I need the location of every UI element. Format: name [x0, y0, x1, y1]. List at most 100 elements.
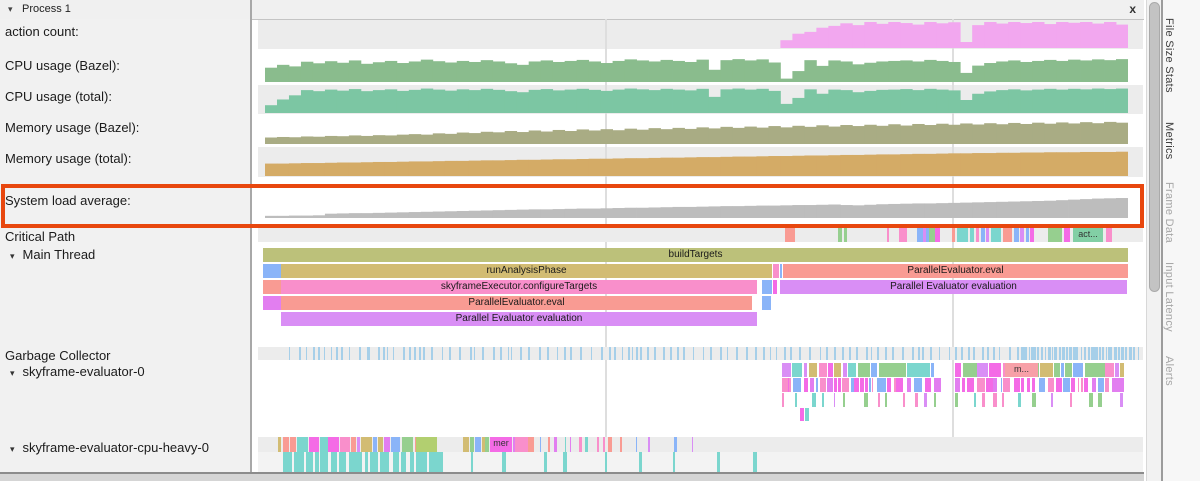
trace-slice — [1106, 347, 1107, 360]
tab-input-latency[interactable]: Input Latency — [1163, 262, 1200, 332]
trace-slice — [384, 437, 390, 452]
trace-slice — [528, 437, 534, 452]
trace-slice — [968, 347, 970, 360]
counter-chart-cpu-bazel[interactable] — [265, 56, 1128, 82]
trace-slice — [1025, 347, 1027, 360]
process-close-button[interactable]: x — [1129, 0, 1136, 19]
timeline-track-area[interactable]: act... buildTargets runAnalysisPhase Parall… — [258, 19, 1143, 472]
tab-metrics[interactable]: Metrics — [1163, 122, 1200, 160]
slice-parallel-evaluator-evaluation[interactable]: Parallel Evaluator evaluation — [281, 312, 757, 326]
vertical-scrollbar-thumb[interactable] — [1149, 2, 1160, 292]
slice-parallel-evaluator-evaluation[interactable]: Parallel Evaluator evaluation — [780, 280, 1127, 294]
trace-slice — [1014, 228, 1019, 242]
trace-slice — [1026, 228, 1029, 242]
trace-slice — [570, 347, 571, 360]
trace-slice — [609, 347, 611, 360]
trace-slice — [970, 228, 974, 242]
trace-slice — [885, 393, 887, 407]
slice-runanalysisphase[interactable]: runAnalysisPhase — [281, 264, 772, 278]
trace-slice — [1096, 347, 1098, 360]
trace-slice — [710, 347, 712, 360]
cpu-heavy-labeled-slice[interactable]: mer — [490, 437, 512, 452]
trace-slice — [318, 347, 320, 360]
trace-slice — [283, 452, 292, 472]
track-label-mem-bazel: Memory usage (Bazel): — [5, 120, 139, 135]
slice-skyframeexecutor-configuretargets[interactable]: skyframeExecutor.configureTargets — [281, 280, 757, 294]
process-collapse-icon[interactable]: ▾ — [8, 0, 13, 19]
timeline-panel: ▾ Process 1 x action count: CPU usage (Ba… — [0, 0, 1144, 481]
track-label-action-count: action count: — [5, 24, 79, 39]
trace-slice — [800, 408, 804, 421]
critical-path-labeled-slice[interactable]: act... — [1073, 228, 1103, 242]
collapse-icon[interactable]: ▾ — [10, 251, 15, 261]
trace-slice — [1048, 347, 1050, 360]
trace-slice — [1089, 393, 1092, 407]
vertical-scrollbar[interactable] — [1146, 0, 1162, 481]
trace-slice — [380, 452, 389, 472]
evaluator0-lane — [258, 393, 1143, 407]
trace-slice — [834, 347, 836, 360]
trace-slice — [993, 347, 995, 360]
evaluator0-lane — [258, 378, 1143, 392]
trace-slice — [391, 437, 401, 452]
track-label-cpu-bazel: CPU usage (Bazel): — [5, 58, 120, 73]
trace-slice — [1029, 347, 1030, 360]
horizontal-divider[interactable] — [0, 472, 1144, 481]
trace-slice — [955, 347, 957, 360]
trace-slice — [471, 452, 473, 472]
trace-slice — [603, 437, 605, 452]
tab-alerts[interactable]: Alerts — [1163, 356, 1200, 386]
trace-slice — [907, 363, 917, 377]
trace-slice — [597, 437, 599, 452]
process-header[interactable]: ▾ Process 1 x — [0, 0, 1144, 20]
trace-slice — [482, 347, 484, 360]
trace-slice — [1063, 378, 1070, 392]
trace-slice — [918, 347, 920, 360]
trace-slice — [1125, 347, 1126, 360]
trace-slice — [367, 347, 369, 360]
trace-slice — [1041, 347, 1043, 360]
trace-slice — [963, 363, 977, 377]
trace-slice — [1001, 378, 1003, 392]
counter-chart-cpu-total[interactable] — [265, 87, 1128, 113]
trace-slice — [547, 347, 549, 360]
trace-slice — [1030, 228, 1034, 242]
trace-slice — [289, 347, 290, 360]
counter-chart-mem-total[interactable] — [265, 149, 1128, 176]
trace-slice — [459, 347, 461, 360]
trace-slice — [647, 347, 649, 360]
trace-slice — [470, 437, 474, 452]
track-label-skyframe-evaluator-0: ▾skyframe-evaluator-0 — [10, 364, 145, 379]
slice-label: buildTargets — [263, 248, 1128, 262]
evaluator0-lane: m... — [258, 363, 1143, 377]
trace-slice — [871, 347, 872, 360]
trace-slice — [1032, 378, 1035, 392]
counter-chart-mem-bazel[interactable] — [265, 118, 1128, 144]
counter-chart-action-count[interactable] — [265, 22, 1128, 48]
trace-slice — [423, 347, 425, 360]
collapse-icon[interactable]: ▾ — [10, 368, 15, 378]
slice-parallelevaluator-eval[interactable]: ParallelEvaluator.eval — [281, 296, 752, 310]
trace-slice — [692, 437, 693, 452]
trace-slice — [306, 452, 313, 472]
trace-slice — [1120, 363, 1125, 377]
trace-slice — [283, 437, 289, 452]
trace-slice — [981, 228, 985, 242]
slice-buildtargets[interactable]: buildTargets — [263, 248, 1128, 262]
evaluator0-labeled-slice[interactable]: m... — [1005, 363, 1038, 377]
trace-slice — [1054, 363, 1060, 377]
right-tab-strip: File Size Stats Metrics Frame Data Input La… — [1161, 0, 1200, 481]
trace-slice — [1114, 347, 1116, 360]
trace-slice — [1038, 347, 1039, 360]
tab-frame-data[interactable]: Frame Data — [1163, 182, 1200, 243]
critical-path-row: act... — [258, 228, 1143, 242]
trace-slice — [378, 437, 383, 452]
trace-slice — [935, 228, 940, 242]
tab-file-size-stats[interactable]: File Size Stats — [1163, 18, 1200, 93]
collapse-icon[interactable]: ▾ — [10, 444, 15, 454]
trace-slice — [683, 347, 685, 360]
trace-slice — [934, 378, 941, 392]
trace-slice — [849, 347, 850, 360]
slice-parallelevaluator-eval[interactable]: ParallelEvaluator.eval — [783, 264, 1128, 278]
trace-slice — [670, 347, 672, 360]
